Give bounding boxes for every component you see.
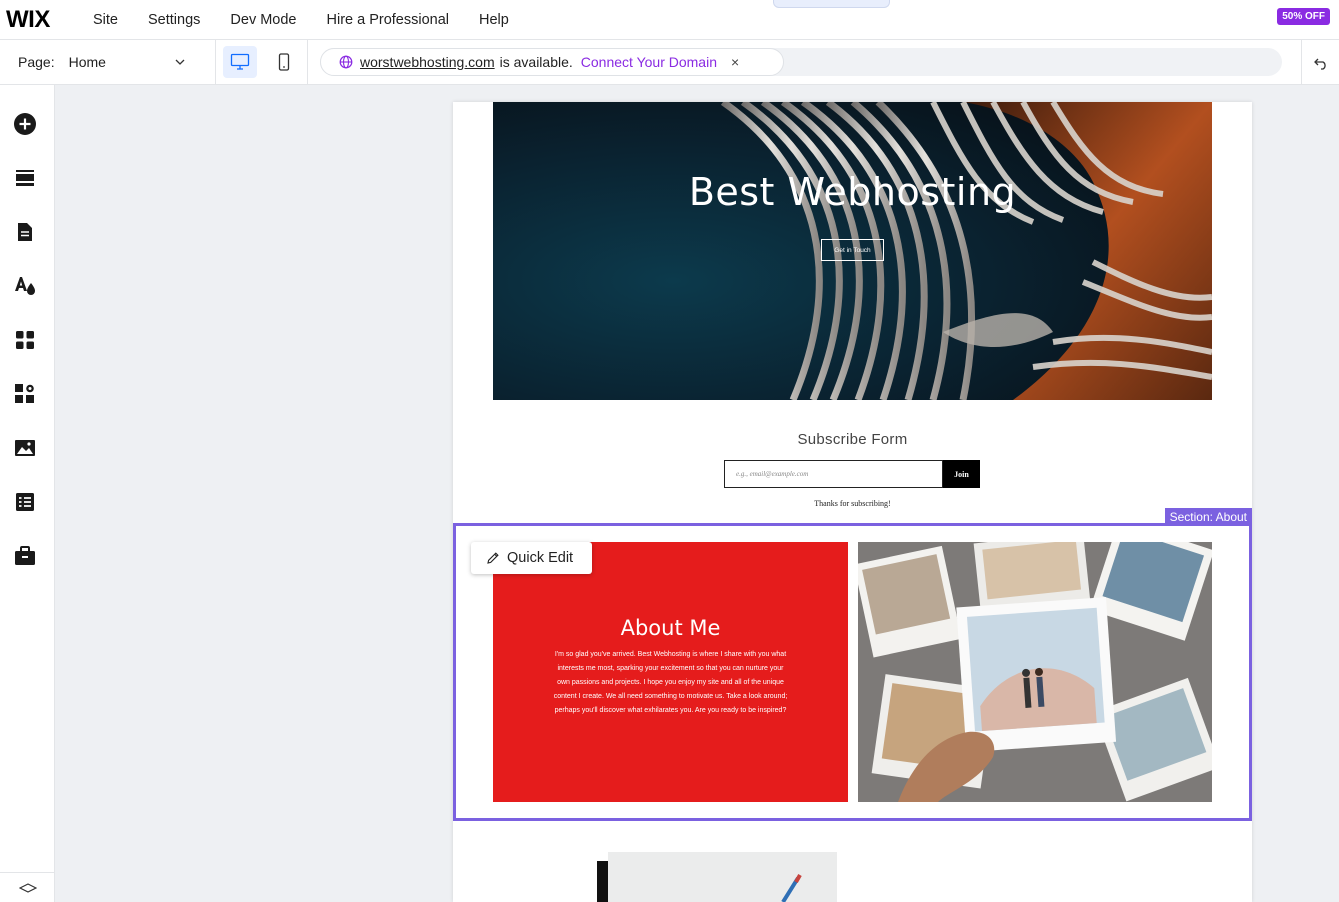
domain-pill: worstwebhosting.com is available. Connec… [320,48,784,76]
undo-button[interactable] [1301,40,1339,85]
about-image[interactable] [858,542,1212,802]
domain-bar: worstwebhosting.com is available. Connec… [320,48,1282,76]
promo-badge[interactable]: 50% OFF [1277,8,1330,25]
pages-icon[interactable] [13,220,37,244]
add-icon[interactable] [13,112,37,136]
subscribe-thanks-message: Thanks for subscribing! [814,499,891,508]
page-selector-label: Page: [18,54,55,70]
globe-icon [339,55,353,69]
photo-collage-image [858,542,1212,802]
about-text-box[interactable]: About Me I'm so glad you've arrived. Bes… [493,542,848,802]
quick-edit-button[interactable]: Quick Edit [471,542,592,574]
section-about[interactable]: Section: About Quick Edit About Me I'm s… [453,508,1252,821]
site-canvas[interactable]: Best Webhosting Get in Touch Subscribe F… [453,102,1252,902]
menu-dev-mode[interactable]: Dev Mode [230,12,296,28]
pencil-icon [487,552,499,564]
email-field[interactable]: e.g., email@example.com [724,460,943,488]
join-button[interactable]: Join [943,460,980,488]
chevron-down-icon [175,59,185,65]
editor-toolbar: Page: Home worstwebhosting.com is availa… [0,39,1339,85]
cms-icon[interactable] [13,490,37,514]
about-paragraph[interactable]: I'm so glad you've arrived. Best Webhost… [553,648,788,718]
mobile-view-button[interactable] [267,46,301,78]
site-design-icon[interactable] [13,274,37,298]
section-label[interactable]: Section: About [1164,508,1252,526]
menu-help[interactable]: Help [479,12,509,28]
next-section-black-bar [597,861,608,902]
hero-title[interactable]: Best Webhosting [493,170,1212,214]
desktop-icon [230,53,249,70]
menu-site[interactable]: Site [93,12,118,28]
pen-image [608,852,837,902]
desktop-view-button[interactable] [222,46,257,78]
left-sidebar [0,85,55,902]
layers-icon [18,883,37,893]
menu-hire-professional[interactable]: Hire a Professional [327,12,450,28]
sections-icon[interactable] [13,166,37,190]
device-switch [216,39,308,85]
get-in-touch-button[interactable]: Get in Touch [821,239,884,261]
undo-icon [1313,58,1326,70]
about-title[interactable]: About Me [493,616,848,640]
top-tab-handle[interactable] [773,0,890,8]
quick-edit-label: Quick Edit [507,550,574,566]
next-section-image[interactable] [608,852,837,902]
media-icon[interactable] [13,436,37,460]
domain-status: is available. [499,54,573,70]
connect-domain-link[interactable]: Connect Your Domain [581,54,717,70]
wix-logo[interactable]: WIX [6,6,76,34]
mobile-icon [278,53,289,71]
portfolio-icon[interactable] [13,544,37,568]
apps-icon[interactable] [13,328,37,352]
subscribe-title[interactable]: Subscribe Form [453,431,1252,448]
page-selector[interactable]: Page: Home [0,39,216,85]
domain-name[interactable]: worstwebhosting.com [360,54,495,70]
top-bar: WIX Site Settings Dev Mode Hire a Profes… [0,0,1339,40]
business-tools-icon[interactable] [13,382,37,406]
menu-settings[interactable]: Settings [148,12,200,28]
hero-strip[interactable]: Best Webhosting Get in Touch [493,102,1212,400]
page-selector-value: Home [68,54,106,70]
close-domain-button[interactable]: × [731,54,739,70]
layers-button[interactable] [0,872,55,902]
